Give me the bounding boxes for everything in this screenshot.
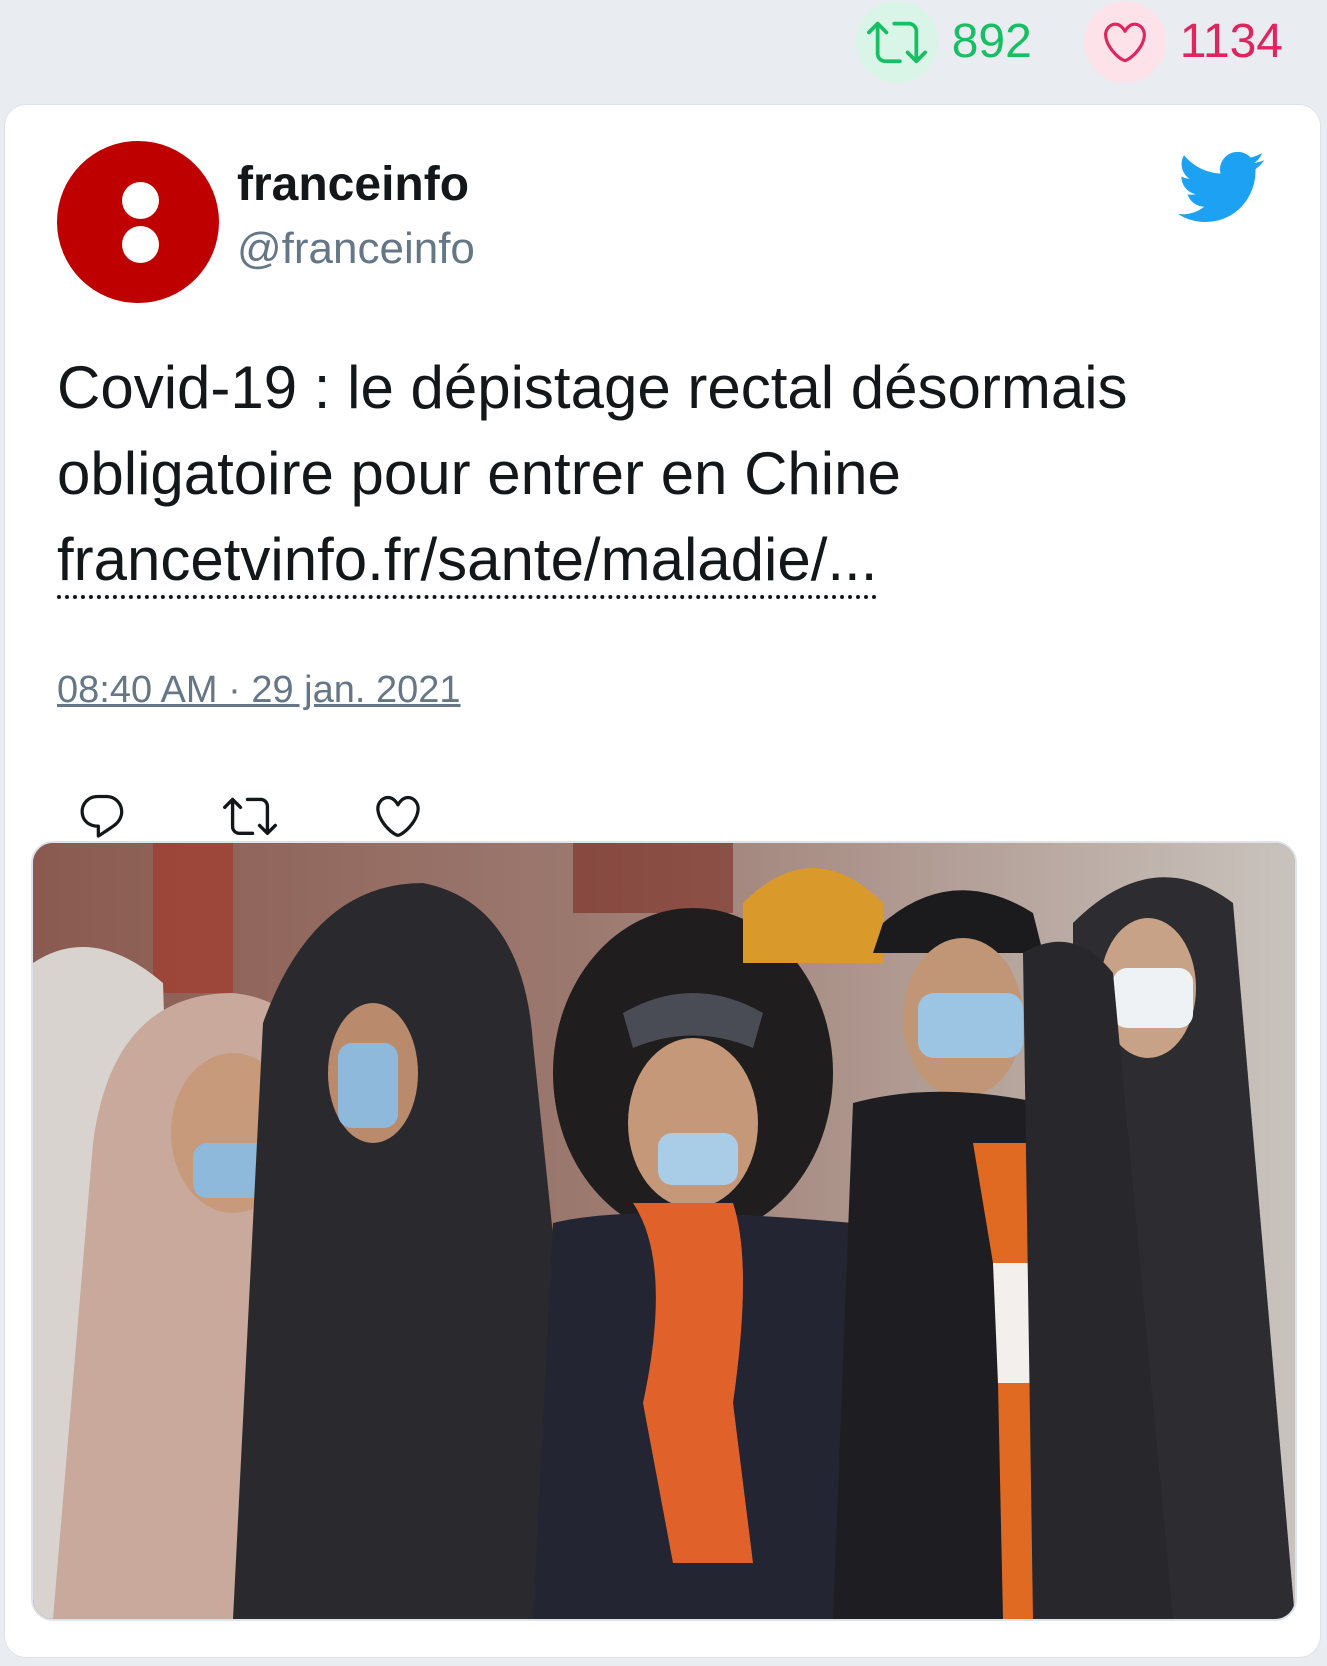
tweet-actions bbox=[75, 789, 519, 843]
tweet-photo[interactable] bbox=[31, 841, 1297, 1621]
article-link[interactable]: francetvinfo.fr/sante/maladie/... bbox=[57, 525, 878, 599]
author-name[interactable]: franceinfo bbox=[237, 161, 469, 209]
tweet-text: Covid-19 : le dépistage rectal désormais… bbox=[57, 345, 1277, 603]
like-count: 1134 bbox=[1179, 15, 1283, 68]
logo-dot bbox=[122, 226, 159, 263]
like-icon[interactable] bbox=[371, 789, 425, 843]
author-handle[interactable]: @franceinfo bbox=[237, 227, 475, 271]
tweet-body: Covid-19 : le dépistage rectal désormais… bbox=[57, 354, 1128, 507]
twitter-bird-icon[interactable] bbox=[1174, 149, 1266, 230]
retweet-icon[interactable] bbox=[855, 1, 938, 83]
retweet-count: 892 bbox=[951, 15, 1032, 68]
retweet-stat[interactable]: 892 bbox=[855, 1, 1032, 83]
logo-dot bbox=[122, 182, 159, 219]
retweet-icon[interactable] bbox=[223, 789, 277, 843]
engagement-stats: 892 1134 bbox=[855, 0, 1327, 84]
like-stat[interactable]: 1134 bbox=[1083, 1, 1283, 83]
crowd-photo-illustration bbox=[33, 843, 1295, 1619]
tweet-card[interactable]: franceinfo @franceinfo Covid-19 : le dép… bbox=[4, 104, 1321, 1658]
tweet-timestamp[interactable]: 08:40 AM · 29 jan. 2021 bbox=[57, 671, 461, 709]
reply-icon[interactable] bbox=[75, 789, 129, 843]
franceinfo-logo[interactable] bbox=[57, 141, 219, 303]
heart-icon[interactable] bbox=[1083, 1, 1166, 83]
